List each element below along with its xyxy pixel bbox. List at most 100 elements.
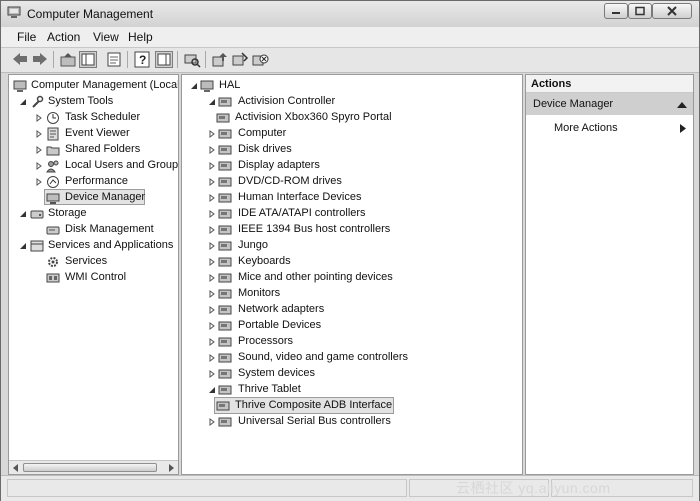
expand-triangle-icon[interactable] [208, 146, 216, 154]
device-category[interactable]: Display adapters [182, 158, 522, 174]
device-category[interactable]: Processors [182, 334, 522, 350]
horizontal-scrollbar[interactable] [9, 460, 178, 474]
expand-triangle-icon[interactable] [208, 418, 216, 426]
device-label: Mice and other pointing devices [238, 271, 393, 283]
collapse-triangle-icon[interactable] [208, 386, 216, 394]
show-hide-action-pane-button[interactable] [155, 51, 173, 68]
tree-item-event-viewer[interactable]: Event Viewer [9, 126, 178, 142]
device-category[interactable]: IDE ATA/ATAPI controllers [182, 206, 522, 222]
monitor-icon [218, 289, 232, 299]
device-category[interactable]: Monitors [182, 286, 522, 302]
show-hide-action-pane-icon [157, 53, 171, 66]
tree-item-label: WMI Control [65, 271, 127, 283]
collapse-triangle-icon [20, 243, 26, 249]
computer-management-window: Computer Management File Action View Hel… [0, 0, 700, 501]
disable-device-button[interactable] [231, 51, 249, 68]
expand-triangle-icon [36, 130, 42, 138]
device-category[interactable]: Network adapters [182, 302, 522, 318]
tree-item-system-tools[interactable]: System Tools [9, 94, 178, 110]
device-icon [216, 113, 230, 123]
device-category[interactable]: Jungo [182, 238, 522, 254]
device-category[interactable]: Human Interface Devices [182, 190, 522, 206]
collapse-up-icon[interactable] [677, 101, 687, 108]
scroll-left-icon[interactable] [12, 464, 20, 472]
expand-triangle-icon[interactable] [208, 178, 216, 186]
scan-hardware-button[interactable] [183, 51, 201, 68]
tree-item-services[interactable]: Services [9, 254, 178, 270]
expand-triangle-icon[interactable] [208, 194, 216, 202]
tree-item-shared-folders[interactable]: Shared Folders [9, 142, 178, 158]
expand-triangle-icon[interactable] [208, 338, 216, 346]
more-actions-link[interactable]: More Actions [554, 122, 618, 134]
tree-item-performance[interactable]: Performance [9, 174, 178, 190]
tree-item-task-scheduler[interactable]: Task Scheduler [9, 110, 178, 126]
tree-item-root[interactable]: Computer Management (Local [9, 78, 178, 94]
device-category[interactable]: Disk drives [182, 142, 522, 158]
menu-view[interactable]: View [93, 30, 119, 44]
actions-header: Actions [526, 75, 693, 93]
status-segment [7, 479, 407, 497]
expand-triangle-icon[interactable] [208, 354, 216, 362]
device-category[interactable]: IEEE 1394 Bus host controllers [182, 222, 522, 238]
device-category[interactable]: Computer [182, 126, 522, 142]
device-category[interactable]: Keyboards [182, 254, 522, 270]
expand-triangle-icon[interactable] [208, 130, 216, 138]
tree-item-local-users[interactable]: Local Users and Groups [9, 158, 178, 174]
back-button[interactable] [11, 51, 29, 68]
expand-triangle-icon [36, 162, 42, 170]
expand-triangle-icon[interactable] [208, 162, 216, 170]
svg-text:?: ? [139, 53, 146, 67]
scrollbar-thumb[interactable] [23, 463, 157, 472]
minimize-button[interactable] [604, 3, 628, 19]
expand-triangle-icon[interactable] [208, 322, 216, 330]
expand-triangle-icon[interactable] [208, 258, 216, 266]
tree-item-wmi-control[interactable]: WMI Control [9, 270, 178, 286]
tree-item-services-applications[interactable]: Services and Applications [9, 238, 178, 254]
expand-triangle-icon[interactable] [208, 306, 216, 314]
show-hide-tree-button[interactable] [79, 51, 97, 68]
help-button[interactable]: ? [133, 51, 151, 68]
expand-triangle-icon[interactable] [208, 242, 216, 250]
device-item[interactable]: Thrive Composite ADB Interface [182, 397, 522, 414]
device-category[interactable]: Portable Devices [182, 318, 522, 334]
tree-item-label: Event Viewer [65, 127, 130, 139]
device-tree-root[interactable]: HAL [182, 78, 522, 94]
device-category[interactable]: Sound, video and game controllers [182, 350, 522, 366]
actions-section-device-manager[interactable]: Device Manager [526, 93, 693, 115]
device-category[interactable]: DVD/CD-ROM drives [182, 174, 522, 190]
collapse-triangle-icon[interactable] [208, 98, 216, 106]
update-driver-button[interactable] [211, 51, 229, 68]
tree-item-device-manager[interactable]: Device Manager [9, 190, 178, 206]
close-button[interactable] [652, 3, 692, 19]
forward-button[interactable] [31, 51, 49, 68]
device-category[interactable]: Universal Serial Bus controllers [182, 414, 522, 430]
toolbar-separator [177, 51, 178, 68]
device-category[interactable]: Thrive Tablet [182, 382, 522, 398]
show-hide-tree-icon [81, 53, 95, 66]
expand-triangle-icon[interactable] [208, 226, 216, 234]
tree-item-label: Disk Management [65, 223, 154, 235]
device-item[interactable]: Activision Xbox360 Spyro Portal [182, 110, 522, 126]
device-category[interactable]: Activision Controller [182, 94, 522, 110]
device-label: Sound, video and game controllers [238, 351, 408, 363]
properties-button[interactable] [105, 51, 123, 68]
menu-help[interactable]: Help [128, 30, 153, 44]
computer-management-icon [7, 6, 21, 18]
device-category[interactable]: System devices [182, 366, 522, 382]
expand-triangle-icon[interactable] [208, 210, 216, 218]
expand-triangle-icon[interactable] [208, 290, 216, 298]
tree-item-disk-management[interactable]: Disk Management [9, 222, 178, 238]
device-category[interactable]: Mice and other pointing devices [182, 270, 522, 286]
uninstall-device-button[interactable] [251, 51, 269, 68]
scroll-right-icon[interactable] [167, 464, 175, 472]
menu-action[interactable]: Action [47, 30, 80, 44]
up-button[interactable] [59, 51, 77, 68]
help-icon: ? [134, 51, 150, 68]
collapse-triangle-icon [191, 83, 197, 89]
expand-triangle-icon[interactable] [208, 274, 216, 282]
maximize-button[interactable] [628, 3, 652, 19]
tree-item-storage[interactable]: Storage [9, 206, 178, 222]
expand-triangle-icon[interactable] [208, 370, 216, 378]
device-manager-icon [46, 193, 60, 204]
menu-file[interactable]: File [17, 30, 36, 44]
